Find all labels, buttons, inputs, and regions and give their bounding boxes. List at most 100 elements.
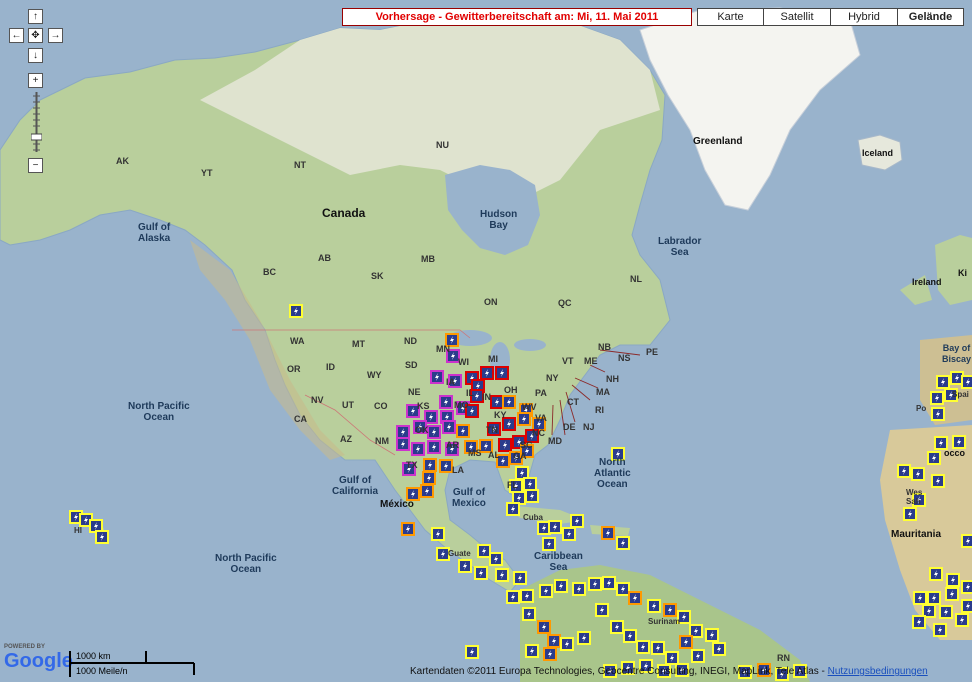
storm-marker-low-icon[interactable] bbox=[616, 582, 630, 596]
storm-marker-low-icon[interactable] bbox=[616, 536, 630, 550]
storm-marker-low-icon[interactable] bbox=[946, 573, 960, 587]
pan-center-button[interactable]: ✥ bbox=[28, 28, 43, 43]
storm-marker-low-icon[interactable] bbox=[572, 582, 586, 596]
storm-marker-low-icon[interactable] bbox=[525, 489, 539, 503]
storm-marker-low-icon[interactable] bbox=[489, 552, 503, 566]
zoom-out-button[interactable]: − bbox=[28, 158, 43, 173]
storm-marker-low-icon[interactable] bbox=[289, 304, 303, 318]
storm-marker-low-icon[interactable] bbox=[897, 464, 911, 478]
storm-marker-low-icon[interactable] bbox=[927, 451, 941, 465]
storm-marker-low-icon[interactable] bbox=[927, 591, 941, 605]
storm-marker-severe-icon[interactable] bbox=[442, 420, 456, 434]
storm-marker-low-icon[interactable] bbox=[458, 559, 472, 573]
storm-marker-low-icon[interactable] bbox=[933, 623, 947, 637]
storm-marker-severe-icon[interactable] bbox=[396, 437, 410, 451]
storm-marker-mid-icon[interactable] bbox=[422, 471, 436, 485]
storm-marker-low-icon[interactable] bbox=[520, 589, 534, 603]
storm-marker-low-icon[interactable] bbox=[522, 607, 536, 621]
storm-marker-low-icon[interactable] bbox=[930, 391, 944, 405]
storm-marker-low-icon[interactable] bbox=[506, 502, 520, 516]
pan-up-button[interactable]: ↑ bbox=[28, 9, 43, 24]
storm-marker-low-icon[interactable] bbox=[513, 571, 527, 585]
storm-marker-mid-icon[interactable] bbox=[502, 395, 516, 409]
storm-marker-low-icon[interactable] bbox=[560, 637, 574, 651]
storm-marker-mid-icon[interactable] bbox=[679, 635, 693, 649]
storm-marker-low-icon[interactable] bbox=[636, 640, 650, 654]
storm-marker-low-icon[interactable] bbox=[477, 544, 491, 558]
storm-marker-low-icon[interactable] bbox=[554, 579, 568, 593]
storm-marker-low-icon[interactable] bbox=[548, 520, 562, 534]
storm-marker-low-icon[interactable] bbox=[562, 527, 576, 541]
storm-marker-low-icon[interactable] bbox=[961, 375, 972, 389]
zoom-in-button[interactable]: + bbox=[28, 73, 43, 88]
storm-marker-mid-icon[interactable] bbox=[423, 458, 437, 472]
map-type-satellit[interactable]: Satellit bbox=[763, 8, 831, 26]
storm-marker-mid-icon[interactable] bbox=[420, 484, 434, 498]
storm-marker-mid-icon[interactable] bbox=[543, 647, 557, 661]
storm-marker-low-icon[interactable] bbox=[525, 644, 539, 658]
storm-marker-high-icon[interactable] bbox=[490, 395, 504, 409]
storm-marker-low-icon[interactable] bbox=[955, 613, 969, 627]
storm-marker-low-icon[interactable] bbox=[712, 642, 726, 656]
storm-marker-mid-icon[interactable] bbox=[517, 412, 531, 426]
storm-marker-low-icon[interactable] bbox=[931, 474, 945, 488]
storm-marker-low-icon[interactable] bbox=[911, 467, 925, 481]
storm-marker-severe-icon[interactable] bbox=[427, 425, 441, 439]
storm-marker-severe-icon[interactable] bbox=[430, 370, 444, 384]
storm-marker-low-icon[interactable] bbox=[610, 620, 624, 634]
storm-marker-mid-icon[interactable] bbox=[663, 603, 677, 617]
storm-marker-low-icon[interactable] bbox=[651, 641, 665, 655]
storm-marker-high-icon[interactable] bbox=[480, 366, 494, 380]
storm-marker-low-icon[interactable] bbox=[945, 587, 959, 601]
storm-marker-low-icon[interactable] bbox=[961, 599, 972, 613]
storm-marker-low-icon[interactable] bbox=[570, 514, 584, 528]
storm-marker-low-icon[interactable] bbox=[939, 605, 953, 619]
storm-marker-low-icon[interactable] bbox=[623, 629, 637, 643]
storm-marker-low-icon[interactable] bbox=[523, 477, 537, 491]
storm-marker-low-icon[interactable] bbox=[465, 645, 479, 659]
storm-marker-low-icon[interactable] bbox=[588, 577, 602, 591]
storm-marker-low-icon[interactable] bbox=[431, 527, 445, 541]
storm-marker-mid-icon[interactable] bbox=[456, 424, 470, 438]
storm-marker-low-icon[interactable] bbox=[602, 576, 616, 590]
google-logo[interactable]: POWERED BY Google bbox=[4, 644, 73, 672]
storm-marker-low-icon[interactable] bbox=[542, 537, 556, 551]
storm-marker-low-icon[interactable] bbox=[936, 375, 950, 389]
storm-marker-mid-icon[interactable] bbox=[439, 459, 453, 473]
terms-link[interactable]: Nutzungsbedingungen bbox=[828, 666, 928, 677]
storm-marker-low-icon[interactable] bbox=[665, 651, 679, 665]
storm-marker-severe-icon[interactable] bbox=[396, 425, 410, 439]
storm-marker-severe-icon[interactable] bbox=[411, 442, 425, 456]
storm-marker-high-icon[interactable] bbox=[498, 438, 512, 452]
storm-marker-low-icon[interactable] bbox=[539, 584, 553, 598]
storm-marker-low-icon[interactable] bbox=[595, 603, 609, 617]
storm-marker-severe-icon[interactable] bbox=[427, 440, 441, 454]
storm-marker-low-icon[interactable] bbox=[961, 534, 972, 548]
storm-marker-mid-icon[interactable] bbox=[547, 634, 561, 648]
storm-marker-low-icon[interactable] bbox=[952, 435, 966, 449]
storm-marker-mid-icon[interactable] bbox=[537, 620, 551, 634]
storm-marker-mid-icon[interactable] bbox=[601, 526, 615, 540]
storm-marker-high-icon[interactable] bbox=[495, 366, 509, 380]
storm-marker-low-icon[interactable] bbox=[691, 649, 705, 663]
terrain-map[interactable] bbox=[0, 0, 972, 682]
storm-marker-low-icon[interactable] bbox=[913, 591, 927, 605]
storm-marker-mid-icon[interactable] bbox=[401, 522, 415, 536]
map-type-gelaende[interactable]: Gelände bbox=[897, 8, 964, 26]
storm-marker-low-icon[interactable] bbox=[929, 567, 943, 581]
storm-marker-low-icon[interactable] bbox=[931, 407, 945, 421]
pan-down-button[interactable]: ↓ bbox=[28, 48, 43, 63]
storm-marker-low-icon[interactable] bbox=[903, 507, 917, 521]
storm-marker-low-icon[interactable] bbox=[474, 566, 488, 580]
storm-marker-low-icon[interactable] bbox=[705, 628, 719, 642]
pan-right-button[interactable]: → bbox=[48, 28, 63, 43]
storm-marker-low-icon[interactable] bbox=[577, 631, 591, 645]
storm-marker-low-icon[interactable] bbox=[961, 580, 972, 594]
pan-left-button[interactable]: ← bbox=[9, 28, 24, 43]
storm-marker-severe-icon[interactable] bbox=[439, 395, 453, 409]
storm-marker-low-icon[interactable] bbox=[506, 590, 520, 604]
storm-marker-low-icon[interactable] bbox=[647, 599, 661, 613]
map-type-hybrid[interactable]: Hybrid bbox=[830, 8, 898, 26]
zoom-slider[interactable] bbox=[31, 92, 42, 152]
storm-marker-mid-icon[interactable] bbox=[628, 591, 642, 605]
